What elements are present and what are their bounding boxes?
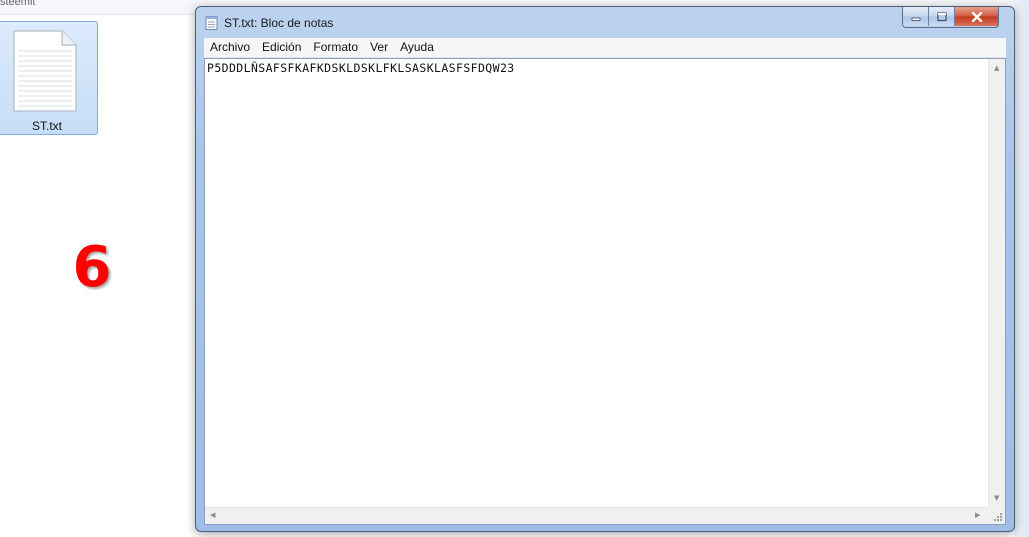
close-button[interactable] [955,7,998,26]
horizontal-scrollbar[interactable]: ◀ ▶ [205,507,988,524]
resize-grip-icon [994,513,1002,521]
close-icon [971,11,982,22]
step-number: 6 [72,235,112,300]
maximize-button[interactable] [929,7,955,26]
editor-text[interactable]: P5DDDLÑSAFSFKAFKDSKLDSKLFKLSASKLASFSFDQW… [207,61,515,75]
menu-archivo[interactable]: Archivo [204,38,256,57]
menu-formato[interactable]: Formato [307,38,364,57]
vertical-scrollbar[interactable]: ▲ ▼ [988,59,1005,507]
text-file-icon [13,30,77,112]
caption-buttons [902,7,999,28]
window-titlebar[interactable]: ST.txt: Bloc de notas [196,7,1014,37]
explorer-right-edge [1014,0,1029,537]
scroll-down-icon[interactable]: ▼ [994,495,999,502]
notepad-window: ST.txt: Bloc de notas Archivo Edición Fo… [195,6,1015,532]
scroll-left-icon[interactable]: ◀ [210,512,215,519]
menu-ayuda[interactable]: Ayuda [394,38,440,57]
explorer-top-text: steemit [0,0,36,8]
text-editor[interactable]: P5DDDLÑSAFSFKAFKDSKLDSKLFKLSASKLASFSFDQW… [204,58,1006,525]
menu-bar: Archivo Edición Formato Ver Ayuda [204,38,1006,58]
minimize-button[interactable] [903,7,929,26]
scroll-up-icon[interactable]: ▲ [994,65,999,72]
menu-edicion[interactable]: Edición [256,38,307,57]
scroll-right-icon[interactable]: ▶ [975,512,980,519]
window-title: ST.txt: Bloc de notas [224,16,334,30]
maximize-icon [936,11,947,21]
notepad-icon [205,16,218,30]
file-item-st-txt[interactable]: ST.txt [0,21,98,135]
minimize-icon [911,17,920,21]
size-grip[interactable] [988,507,1005,524]
file-label: ST.txt [31,119,62,133]
menu-ver[interactable]: Ver [364,38,394,57]
